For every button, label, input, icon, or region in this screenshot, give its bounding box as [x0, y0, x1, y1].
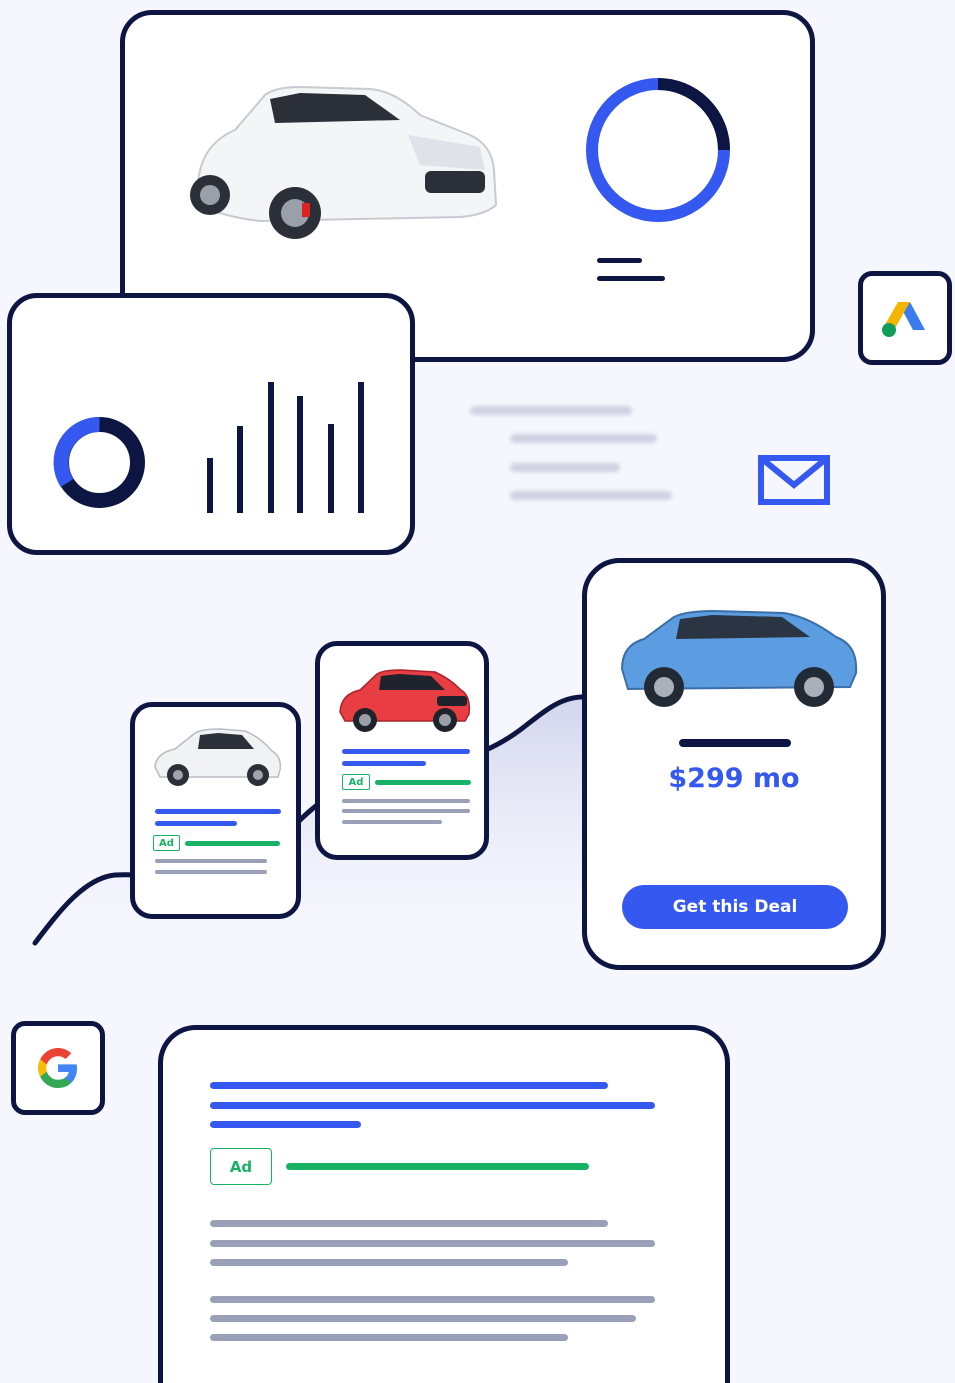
deal-card: $299 mo Get this Deal — [582, 558, 886, 970]
search-ad-badge: Ad — [210, 1148, 272, 1185]
blue-suv-image — [620, 609, 858, 707]
google-g-icon — [38, 1048, 77, 1088]
blurred-text-line-1 — [470, 406, 632, 415]
white-hatchback-image — [154, 728, 282, 786]
deal-price: $299 mo — [668, 763, 800, 794]
blurred-text-line-2 — [510, 434, 657, 443]
medium-card-text-line-1 — [342, 799, 470, 803]
small-card-title-line-2 — [155, 821, 237, 826]
blurred-text-line-4 — [510, 491, 672, 500]
google-ads-logo-icon — [882, 302, 925, 337]
search-ad-url-line — [286, 1163, 589, 1170]
analytics-card — [7, 293, 415, 555]
medium-card-title-line-1 — [342, 749, 470, 754]
medium-ad-card: Ad — [315, 641, 489, 860]
small-card-text-line-2 — [155, 870, 267, 874]
blurred-text-line-3 — [510, 463, 620, 472]
search-title-line-3 — [210, 1121, 361, 1128]
small-card-ad-badge: Ad — [153, 835, 180, 851]
search-desc-line-3 — [210, 1259, 568, 1266]
medium-card-text-line-3 — [342, 820, 442, 824]
red-suv-image — [339, 669, 471, 732]
medium-card-ad-line — [375, 780, 471, 785]
search-desc-line-6 — [210, 1334, 568, 1341]
progress-donut-small — [53, 416, 145, 508]
search-desc-line-2 — [210, 1240, 655, 1247]
search-desc-line-5 — [210, 1315, 636, 1322]
google-ads-icon — [858, 271, 952, 365]
search-title-line-1 — [210, 1082, 608, 1089]
medium-card-ad-badge: Ad — [342, 774, 370, 790]
small-card-text-line-1 — [155, 859, 267, 863]
get-deal-button[interactable]: Get this Deal — [622, 885, 848, 929]
bar-6 — [358, 382, 364, 513]
top-card-text-line-1 — [597, 258, 642, 263]
progress-donut-large — [586, 78, 730, 222]
search-results-card: Ad — [158, 1025, 730, 1383]
deal-card-title-line — [679, 739, 791, 747]
small-card-ad-line — [185, 841, 280, 846]
small-card-title-line-1 — [155, 809, 281, 814]
bar-2 — [237, 426, 243, 513]
top-card-text-line-2 — [597, 276, 665, 281]
bar-4 — [297, 396, 303, 513]
search-desc-line-1 — [210, 1220, 608, 1227]
bar-5 — [328, 424, 334, 513]
google-logo-icon — [11, 1021, 105, 1115]
white-suv-image — [190, 85, 498, 239]
mail-icon — [758, 455, 830, 505]
small-ad-card: Ad — [130, 702, 301, 919]
search-desc-line-4 — [210, 1296, 655, 1303]
bar-1 — [207, 458, 213, 513]
search-title-line-2 — [210, 1102, 655, 1109]
medium-card-title-line-2 — [342, 761, 426, 766]
medium-card-text-line-2 — [342, 809, 470, 813]
bar-3 — [268, 382, 274, 513]
